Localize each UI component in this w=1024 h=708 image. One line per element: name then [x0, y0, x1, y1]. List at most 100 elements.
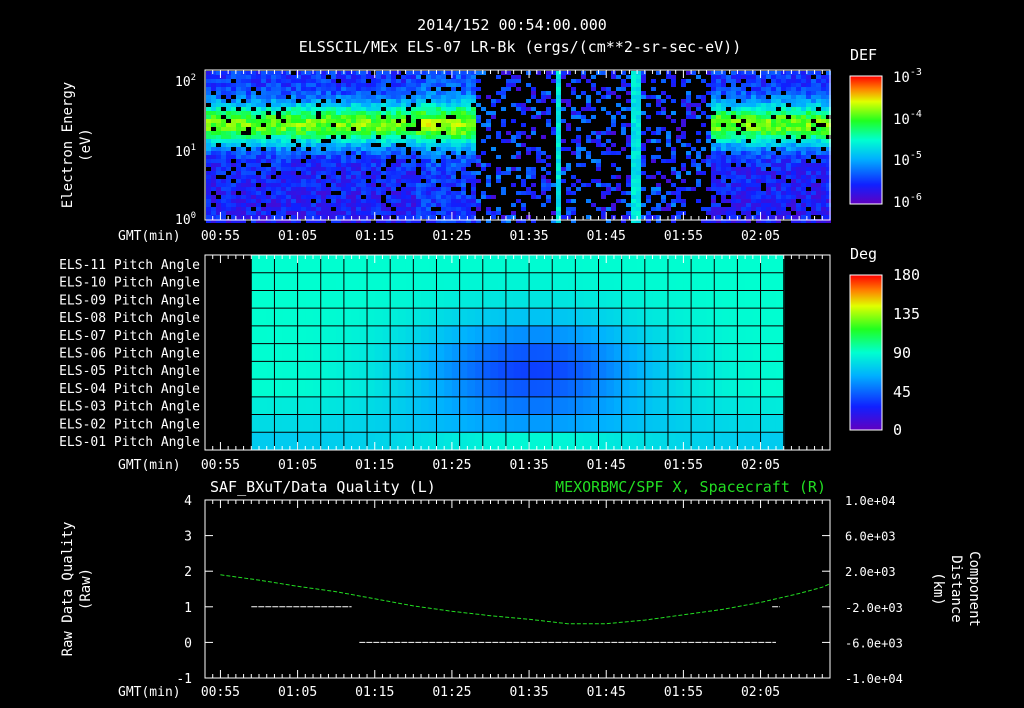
spectrogram-cell: [346, 139, 351, 143]
spectrogram-cell: [786, 147, 791, 151]
spectrogram-cell: [351, 119, 356, 123]
spectrogram-cell: [541, 95, 546, 99]
spectrogram-cell: [276, 119, 281, 123]
spectrogram-cell: [476, 95, 481, 99]
spectrogram-cell: [521, 103, 526, 107]
spectrogram-cell: [731, 71, 736, 75]
spectrogram-cell: [781, 95, 786, 99]
spectrogram-cell: [731, 135, 736, 139]
spectrogram-cell: [291, 143, 296, 147]
spectrogram-cell: [321, 95, 326, 99]
spectrogram-cell: [336, 155, 341, 159]
spectrogram-cell: [216, 159, 221, 163]
y-tick-label: 102: [175, 73, 196, 90]
spectrogram-cell: [741, 211, 746, 215]
spectrogram-cell: [371, 199, 376, 203]
spectrogram-cell: [211, 187, 216, 191]
spectrogram-cell: [771, 107, 776, 111]
spectrogram-cell: [811, 95, 816, 99]
spectrogram-cell: [286, 167, 291, 171]
spectrogram-cell: [736, 135, 741, 139]
spectrogram-cell: [751, 71, 756, 75]
spectrogram-cell: [421, 79, 426, 83]
spectrogram-cell: [396, 95, 401, 99]
spectrogram-cell: [721, 143, 726, 147]
spectrogram-cell: [341, 143, 346, 147]
spectrogram-cell: [576, 151, 581, 155]
spectrogram-cell: [311, 187, 316, 191]
spectrogram-cell: [636, 155, 641, 159]
spectrogram-cell: [736, 155, 741, 159]
spectrogram-cell: [726, 95, 731, 99]
pitch-cell: [583, 255, 592, 274]
pitch-cell: [768, 414, 777, 433]
spectrogram-cell: [756, 195, 761, 199]
spectrogram-cell: [346, 199, 351, 203]
spectrogram-cell: [821, 179, 826, 183]
pitch-cell: [482, 414, 491, 433]
spectrogram-cell: [456, 167, 461, 171]
spectrogram-cell: [546, 187, 551, 191]
spectrogram-cell: [441, 91, 446, 95]
spectrogram-cell: [711, 83, 716, 87]
pitch-cell: [313, 396, 322, 416]
pitch-cell: [251, 414, 260, 433]
spectrogram-cell: [771, 207, 776, 211]
spectrogram-cell: [301, 171, 306, 175]
spectrogram-cell: [811, 91, 816, 95]
pitch-cell: [513, 290, 522, 309]
spectrogram-cell: [261, 199, 266, 203]
pitch-cell: [768, 308, 777, 327]
spectrogram-cell: [301, 83, 306, 87]
pitch-cell: [706, 432, 715, 451]
colorbar-tick-label: 180: [893, 266, 920, 284]
spectrogram-cell: [756, 99, 761, 103]
spectrogram-cell: [211, 83, 216, 87]
spectrogram-cell: [451, 119, 456, 123]
spectrogram-cell: [361, 71, 366, 75]
spectrogram-cell: [271, 183, 276, 187]
pitch-cell: [745, 361, 754, 380]
spectrogram-cell: [641, 155, 646, 159]
spectrogram-cell: [696, 107, 701, 111]
spectrogram-cell: [311, 143, 316, 147]
spectrogram-cell: [561, 75, 566, 79]
spectrogram-cell: [331, 119, 336, 123]
spectrogram-cell: [276, 191, 281, 195]
spectrogram-cell: [636, 175, 641, 179]
spectrogram-cell: [736, 163, 741, 167]
spectrogram-cell: [266, 99, 271, 103]
spectrogram-cell: [461, 183, 466, 187]
spectrogram-cell: [801, 139, 806, 143]
pitch-cell: [451, 396, 461, 416]
spectrogram-cell: [391, 71, 396, 75]
spectrogram-cell: [476, 155, 481, 159]
spectrogram-cell: [581, 107, 586, 111]
spectrogram-cell: [241, 211, 246, 215]
spectrogram-cell: [446, 179, 451, 183]
pitch-cell: [413, 343, 422, 362]
pitch-cell: [613, 290, 623, 309]
colorbar-tick-label: 135: [893, 305, 920, 323]
pitch-cell: [413, 308, 422, 327]
spectrogram-cell: [696, 75, 701, 79]
spectrogram-cell: [556, 199, 561, 203]
spectrogram-cell: [381, 179, 386, 183]
spectrogram-cell: [761, 71, 766, 75]
spectrogram-cell: [256, 99, 261, 103]
spectrogram-cell: [611, 143, 616, 147]
chart-canvas: 2014/152 00:54:00.000 ELSSCIL/MEx ELS-07…: [59, 16, 982, 700]
spectrogram-cell: [821, 155, 826, 159]
pitch-cell: [405, 343, 414, 362]
spectrogram-cell: [376, 103, 381, 107]
pitch-cell: [374, 361, 383, 380]
spectrogram-cell: [686, 71, 691, 75]
pitch-cell: [675, 396, 684, 416]
spectrogram-cell: [791, 119, 796, 123]
spectrogram-cell: [356, 207, 361, 211]
deg-colorbar: [849, 274, 883, 431]
pitch-cell: [436, 414, 445, 433]
pitch-cell: [390, 272, 399, 291]
spectrogram-cell: [286, 187, 291, 191]
spectrogram-cell: [811, 159, 816, 163]
